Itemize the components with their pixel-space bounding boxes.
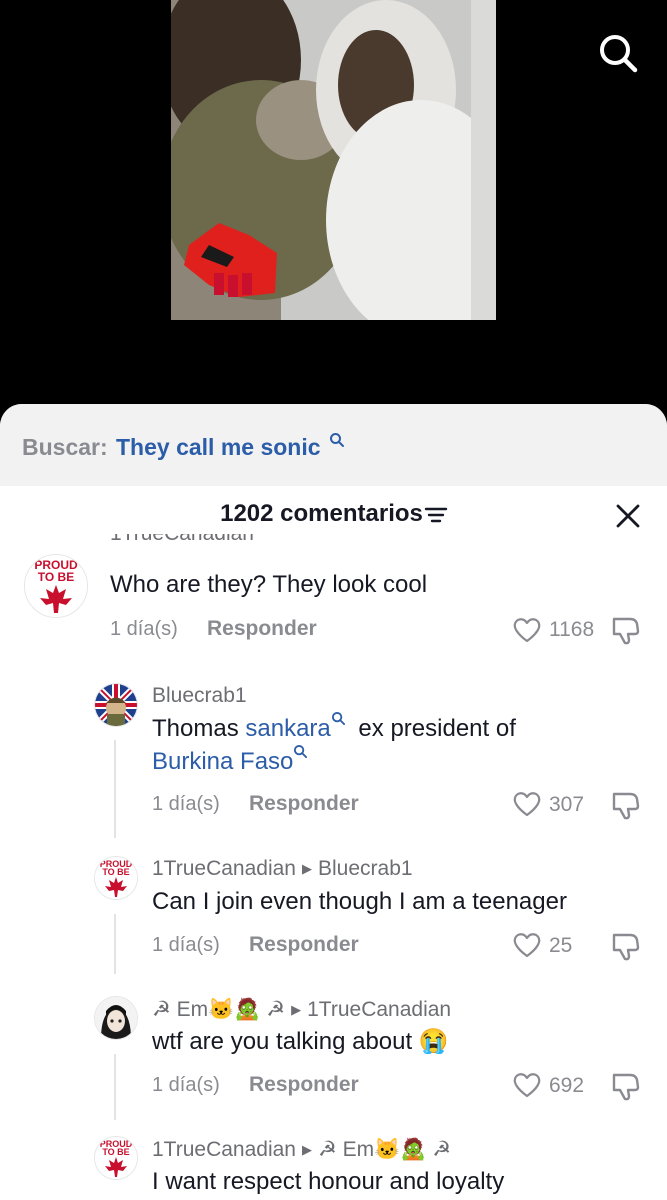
thread-line <box>114 914 116 974</box>
avatar[interactable]: PROUD TO BE <box>94 856 138 900</box>
comment-text: wtf are you talking about 😭 <box>152 1028 449 1055</box>
comments-sheet: Buscar: They call me sonic 1202 comentar… <box>0 404 667 1200</box>
avatar[interactable] <box>94 996 138 1040</box>
comment-author[interactable]: Bluecrab1 <box>152 684 247 708</box>
video-player[interactable] <box>0 0 667 420</box>
comment-date: 1 día(s) <box>152 934 220 956</box>
search-icon <box>600 35 638 73</box>
reply-button[interactable]: Responder <box>207 617 317 641</box>
like-count: 1168 <box>549 618 595 641</box>
comment-date: 1 día(s) <box>152 793 220 815</box>
reply-button[interactable]: Responder <box>249 792 359 816</box>
avatar[interactable]: PROUD TO BE <box>24 554 88 618</box>
comment-text: Who are they? They look cool <box>110 571 428 598</box>
comment-author-line: ☭ Em🐱🧟 ☭ ▶ 1TrueCanadian <box>152 997 451 1022</box>
hashtag-search-link[interactable]: Burkina Faso <box>152 748 293 775</box>
search-icon <box>330 433 344 447</box>
comment-text: Thomas sankara ex president of <box>152 711 516 745</box>
search-icon <box>331 711 345 726</box>
comment-author[interactable]: 1TrueCanadian <box>152 857 296 880</box>
reply-to-user[interactable]: Bluecrab1 <box>318 857 413 880</box>
hashtag-search-link[interactable]: sankara <box>245 715 330 742</box>
avatar-text: TO BE <box>102 1147 129 1157</box>
heart-icon[interactable] <box>512 931 542 959</box>
search-suggestion-bar[interactable]: Buscar: They call me sonic <box>0 404 667 486</box>
comment-author-line: 1TrueCanadian ▶ Bluecrab1 <box>152 857 413 881</box>
reply-arrow-icon: ▶ <box>302 1142 312 1157</box>
comment-text: Can I join even though I am a teenager <box>152 888 567 915</box>
comment-author-line: 1TrueCanadian ▶ ☭ Em🐱🧟 ☭ <box>152 1137 451 1162</box>
reply-to-user[interactable]: 1TrueCanadian <box>307 998 451 1021</box>
dislike-icon[interactable] <box>610 789 642 821</box>
reply-button[interactable]: Responder <box>249 933 359 957</box>
heart-icon[interactable] <box>512 1071 542 1099</box>
search-icon <box>294 744 308 759</box>
heart-icon[interactable] <box>512 616 542 644</box>
search-button[interactable] <box>596 31 640 75</box>
comment-count-header: 1202 comentarios <box>0 500 667 528</box>
dislike-icon[interactable] <box>610 614 642 646</box>
like-count: 692 <box>549 1074 585 1097</box>
thread-line <box>114 740 116 838</box>
comment-date: 1 día(s) <box>110 618 178 640</box>
comment-author[interactable]: ☭ Em🐱🧟 ☭ <box>152 998 285 1021</box>
dislike-icon[interactable] <box>610 930 642 962</box>
comment-text: I want respect honour and loyalty <box>152 1168 505 1195</box>
comment-count: 1202 comentarios <box>220 500 423 527</box>
text-segment: ex president of <box>351 715 516 742</box>
like-count: 307 <box>549 793 585 816</box>
filter-icon[interactable] <box>424 506 448 524</box>
like-count: 25 <box>549 934 573 957</box>
comment-text-line2: Burkina Faso <box>152 744 308 778</box>
reply-button[interactable]: Responder <box>249 1073 359 1097</box>
comment-author[interactable]: 1TrueCanadian <box>152 1138 296 1161</box>
avatar[interactable]: PROUD TO BE <box>94 1136 138 1180</box>
reply-to-user[interactable]: ☭ Em🐱🧟 ☭ <box>318 1138 451 1161</box>
comment-author[interactable]: 1TrueCanadian <box>110 534 254 544</box>
reply-arrow-icon: ▶ <box>302 861 312 876</box>
dislike-icon[interactable] <box>610 1070 642 1102</box>
thread-line <box>114 1054 116 1120</box>
comment-date: 1 día(s) <box>152 1074 220 1096</box>
search-term-link[interactable]: They call me sonic <box>116 434 321 461</box>
close-icon[interactable] <box>612 500 644 532</box>
text-segment: Thomas <box>152 715 246 742</box>
heart-icon[interactable] <box>512 790 542 818</box>
search-prefix: Buscar: <box>22 434 108 460</box>
reply-arrow-icon: ▶ <box>291 1002 302 1017</box>
avatar-text: TO BE <box>38 570 74 584</box>
video-thumbnail[interactable] <box>171 0 496 320</box>
avatar-text: TO BE <box>102 867 129 877</box>
avatar[interactable] <box>94 683 138 727</box>
